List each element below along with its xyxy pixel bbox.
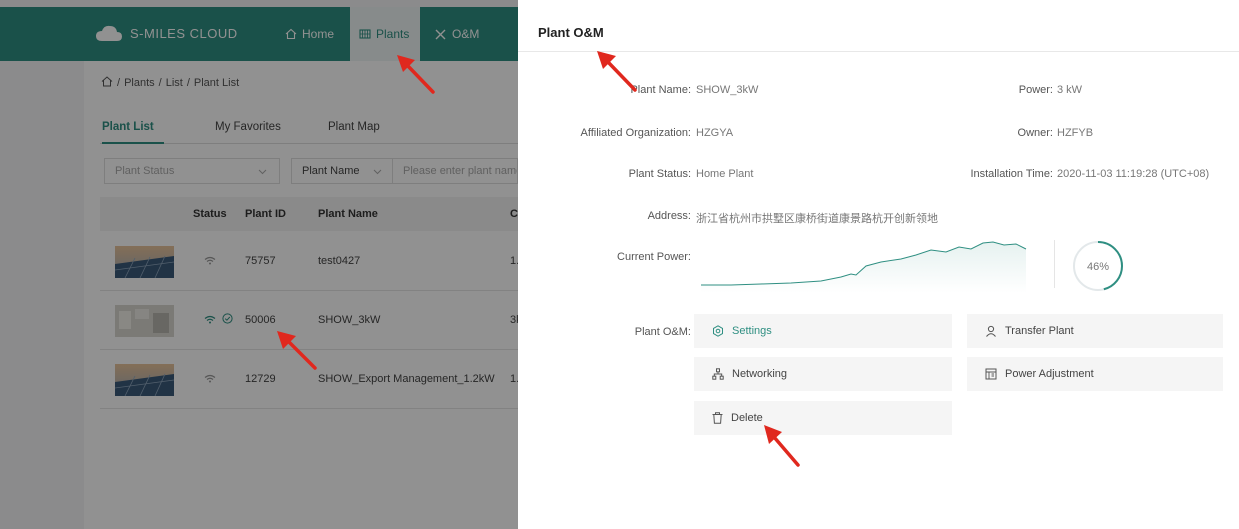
networking-button[interactable]: Networking	[694, 357, 952, 391]
plant-status-value: Home Plant	[696, 168, 754, 180]
settings-gear-icon	[712, 325, 724, 337]
network-icon	[712, 368, 724, 380]
org-value: HZGYA	[696, 127, 734, 139]
drawer-top-edge	[518, 0, 1239, 7]
delete-button[interactable]: Delete	[694, 401, 952, 435]
power-label: Power:	[1018, 84, 1053, 96]
owner-label: Owner:	[1017, 127, 1053, 139]
plant-name-value: SHOW_3kW	[696, 84, 759, 96]
background-app: S-MILES CLOUD Home Plants O&M / Plants /…	[0, 0, 518, 529]
percent-value: 46%	[1087, 261, 1109, 273]
settings-label: Settings	[732, 325, 772, 337]
drawer-title: Plant O&M	[538, 25, 604, 40]
transfer-plant-button[interactable]: Transfer Plant	[967, 314, 1223, 348]
power-value: 3 kW	[1057, 84, 1083, 96]
power-adjustment-label: Power Adjustment	[1005, 368, 1094, 380]
power-adjustment-button[interactable]: Power Adjustment	[967, 357, 1223, 391]
org-label: Affiliated Organization:	[580, 127, 691, 139]
owner-value: HZFYB	[1057, 127, 1094, 139]
transfer-plant-label: Transfer Plant	[1005, 325, 1074, 337]
power-adjustment-icon	[985, 368, 997, 380]
installation-time-value: 2020-11-03 11:19:28 (UTC+08)	[1057, 168, 1210, 180]
delete-label: Delete	[731, 412, 763, 424]
plant-om-drawer: Plant O&M Plant Name: SHOW_3kW Power: 3 …	[518, 0, 1239, 529]
settings-button[interactable]: Settings	[694, 314, 952, 348]
address-label: Address:	[647, 210, 691, 222]
current-power-label: Current Power:	[617, 251, 691, 263]
user-icon	[985, 325, 997, 337]
current-power-sparkline	[701, 237, 1031, 293]
installation-time-label: Installation Time:	[970, 168, 1053, 180]
chart-separator	[1054, 240, 1055, 288]
drawer-divider	[518, 51, 1239, 52]
plant-name-label: Plant Name:	[630, 84, 691, 96]
modal-overlay[interactable]	[0, 0, 518, 529]
address-value: 浙江省杭州市拱墅区康桥街道康景路杭开创新领地	[696, 213, 938, 225]
networking-label: Networking	[732, 368, 788, 380]
om-label: Plant O&M:	[634, 326, 691, 338]
plant-status-label: Plant Status:	[628, 168, 691, 180]
trash-icon	[712, 412, 723, 424]
percent-gauge: 46%	[1070, 238, 1126, 294]
